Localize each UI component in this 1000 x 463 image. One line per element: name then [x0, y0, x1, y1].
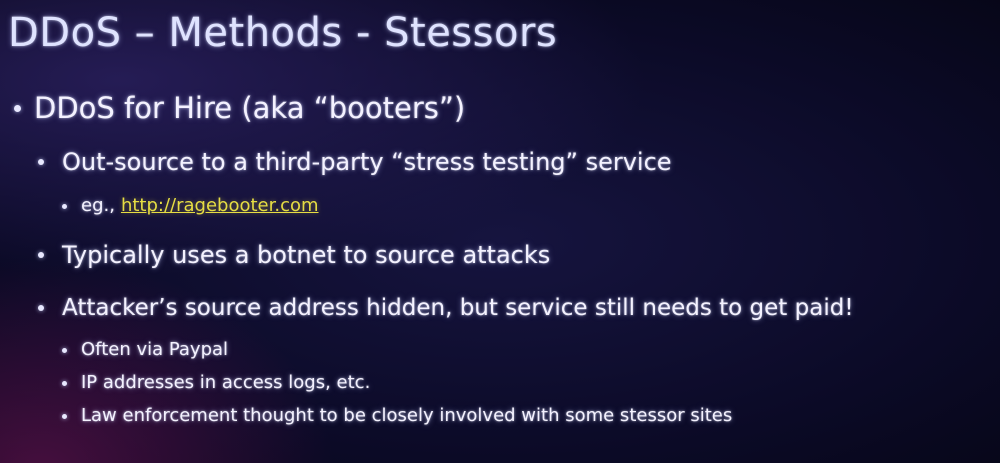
bullet-ddos-for-hire: DDoS for Hire (aka “booters”) — [14, 88, 465, 128]
slide-title: DDoS – Methods - Stessors — [8, 10, 558, 56]
ragebooter-link[interactable]: http://ragebooter.com — [121, 192, 319, 220]
bullet-ip-logs: IP addresses in access logs, etc. — [62, 369, 370, 397]
bullet-dot-icon — [38, 159, 44, 165]
bullet-text: DDoS for Hire (aka “booters”) — [34, 91, 466, 125]
bullet-dot-icon — [62, 413, 67, 419]
bullet-dot-icon — [14, 104, 21, 112]
bullet-attacker-source-hidden: Attacker’s source address hidden, but se… — [38, 290, 854, 326]
bullet-botnet: Typically uses a botnet to source attack… — [38, 237, 550, 273]
bullet-text: Often via Paypal — [81, 339, 229, 360]
bullet-dot-icon — [62, 347, 67, 353]
bullet-text: Typically uses a botnet to source attack… — [62, 241, 551, 269]
bullet-prefix-text: eg., — [81, 195, 115, 216]
bullet-example-site: eg., http://ragebooter.com — [62, 192, 319, 220]
bullet-law-enforcement: Law enforcement thought to be closely in… — [62, 402, 732, 430]
bullet-text: Out-source to a third-party “stress test… — [62, 148, 672, 176]
bullet-out-source: Out-source to a third-party “stress test… — [38, 144, 672, 180]
bullet-text: Attacker’s source address hidden, but se… — [62, 295, 854, 321]
bullet-dot-icon — [38, 252, 44, 258]
presentation-slide: DDoS – Methods - Stessors DDoS for Hire … — [0, 0, 1000, 463]
bullet-dot-icon — [38, 305, 44, 311]
bullet-text: IP addresses in access logs, etc. — [81, 372, 371, 393]
bullet-dot-icon — [62, 203, 67, 209]
bullet-dot-icon — [62, 380, 67, 386]
bullet-text: Law enforcement thought to be closely in… — [81, 405, 733, 426]
bullet-paypal: Often via Paypal — [62, 336, 228, 364]
